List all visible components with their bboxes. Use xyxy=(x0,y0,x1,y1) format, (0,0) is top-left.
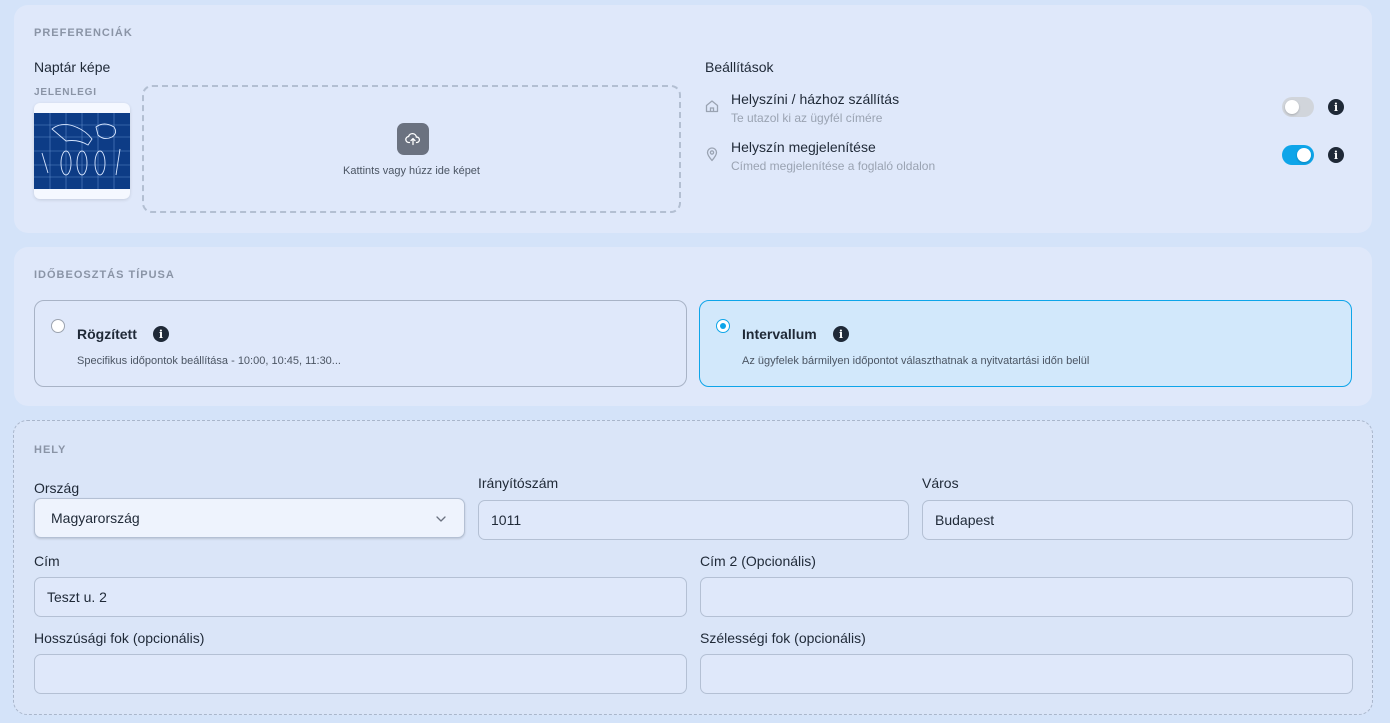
setting-subtitle-home-delivery: Te utazol ki az ügyfél címére xyxy=(731,111,883,125)
schedule-option-interval[interactable]: Intervallum i Az ügyfelek bármilyen időp… xyxy=(699,300,1352,387)
section-label: HELY xyxy=(34,444,67,456)
home-delivery-toggle[interactable] xyxy=(1282,97,1314,117)
info-icon[interactable]: i xyxy=(1328,99,1344,115)
upload-cloud-icon[interactable] xyxy=(397,123,429,155)
location-card: HELY Ország Magyarország Irányítószám 10… xyxy=(13,420,1373,715)
settings-title: Beállítások xyxy=(705,59,774,75)
address-label: Cím xyxy=(34,553,60,569)
section-label: IDŐBEOSZTÁS TÍPUSA xyxy=(34,269,175,281)
current-image-label: JELENLEGI xyxy=(34,87,97,98)
current-calendar-image xyxy=(34,103,130,199)
longitude-label: Hosszúsági fok (opcionális) xyxy=(34,630,205,646)
latitude-input[interactable] xyxy=(700,654,1353,694)
show-location-toggle[interactable] xyxy=(1282,145,1314,165)
setting-subtitle-show-location: Címed megjelenítése a foglaló oldalon xyxy=(731,159,936,173)
latitude-label: Szélességi fok (opcionális) xyxy=(700,630,866,646)
info-icon[interactable]: i xyxy=(1328,147,1344,163)
radio-interval[interactable] xyxy=(716,319,730,333)
info-icon[interactable]: i xyxy=(153,326,169,342)
option-description: Az ügyfelek bármilyen időpontot választh… xyxy=(742,355,1090,367)
city-label: Város xyxy=(922,475,959,491)
option-title: Intervallum xyxy=(742,326,817,342)
info-icon[interactable]: i xyxy=(833,326,849,342)
home-icon xyxy=(705,100,719,113)
address2-label: Cím 2 (Opcionális) xyxy=(700,553,816,569)
dropzone-text: Kattints vagy húzz ide képet xyxy=(343,165,480,177)
preferences-card: PREFERENCIÁK Naptár képe JELENLEGI Katti… xyxy=(14,5,1372,233)
option-title: Rögzített xyxy=(77,326,137,342)
zip-input[interactable]: 1011 xyxy=(478,500,909,540)
option-description: Specifikus időpontok beállítása - 10:00,… xyxy=(77,355,341,367)
country-value: Magyarország xyxy=(51,510,140,526)
address-input[interactable]: Teszt u. 2 xyxy=(34,577,687,617)
image-dropzone[interactable]: Kattints vagy húzz ide képet xyxy=(142,85,681,213)
setting-title-show-location: Helyszín megjelenítése xyxy=(731,139,876,155)
longitude-input[interactable] xyxy=(34,654,687,694)
country-label: Ország xyxy=(34,480,80,496)
section-label: PREFERENCIÁK xyxy=(34,27,133,39)
address2-input[interactable] xyxy=(700,577,1353,617)
country-select[interactable]: Magyarország xyxy=(34,498,465,538)
setting-title-home-delivery: Helyszíni / házhoz szállítás xyxy=(731,91,900,107)
map-pin-icon xyxy=(706,147,718,162)
schedule-option-fixed[interactable]: Rögzített i Specifikus időpontok beállít… xyxy=(34,300,687,387)
city-input[interactable]: Budapest xyxy=(922,500,1353,540)
calendar-image-title: Naptár képe xyxy=(34,59,111,75)
radio-fixed[interactable] xyxy=(51,319,65,333)
zip-label: Irányítószám xyxy=(478,475,559,491)
schedule-type-card: IDŐBEOSZTÁS TÍPUSA Rögzített i Specifiku… xyxy=(14,247,1372,406)
chevron-down-icon xyxy=(436,516,446,522)
